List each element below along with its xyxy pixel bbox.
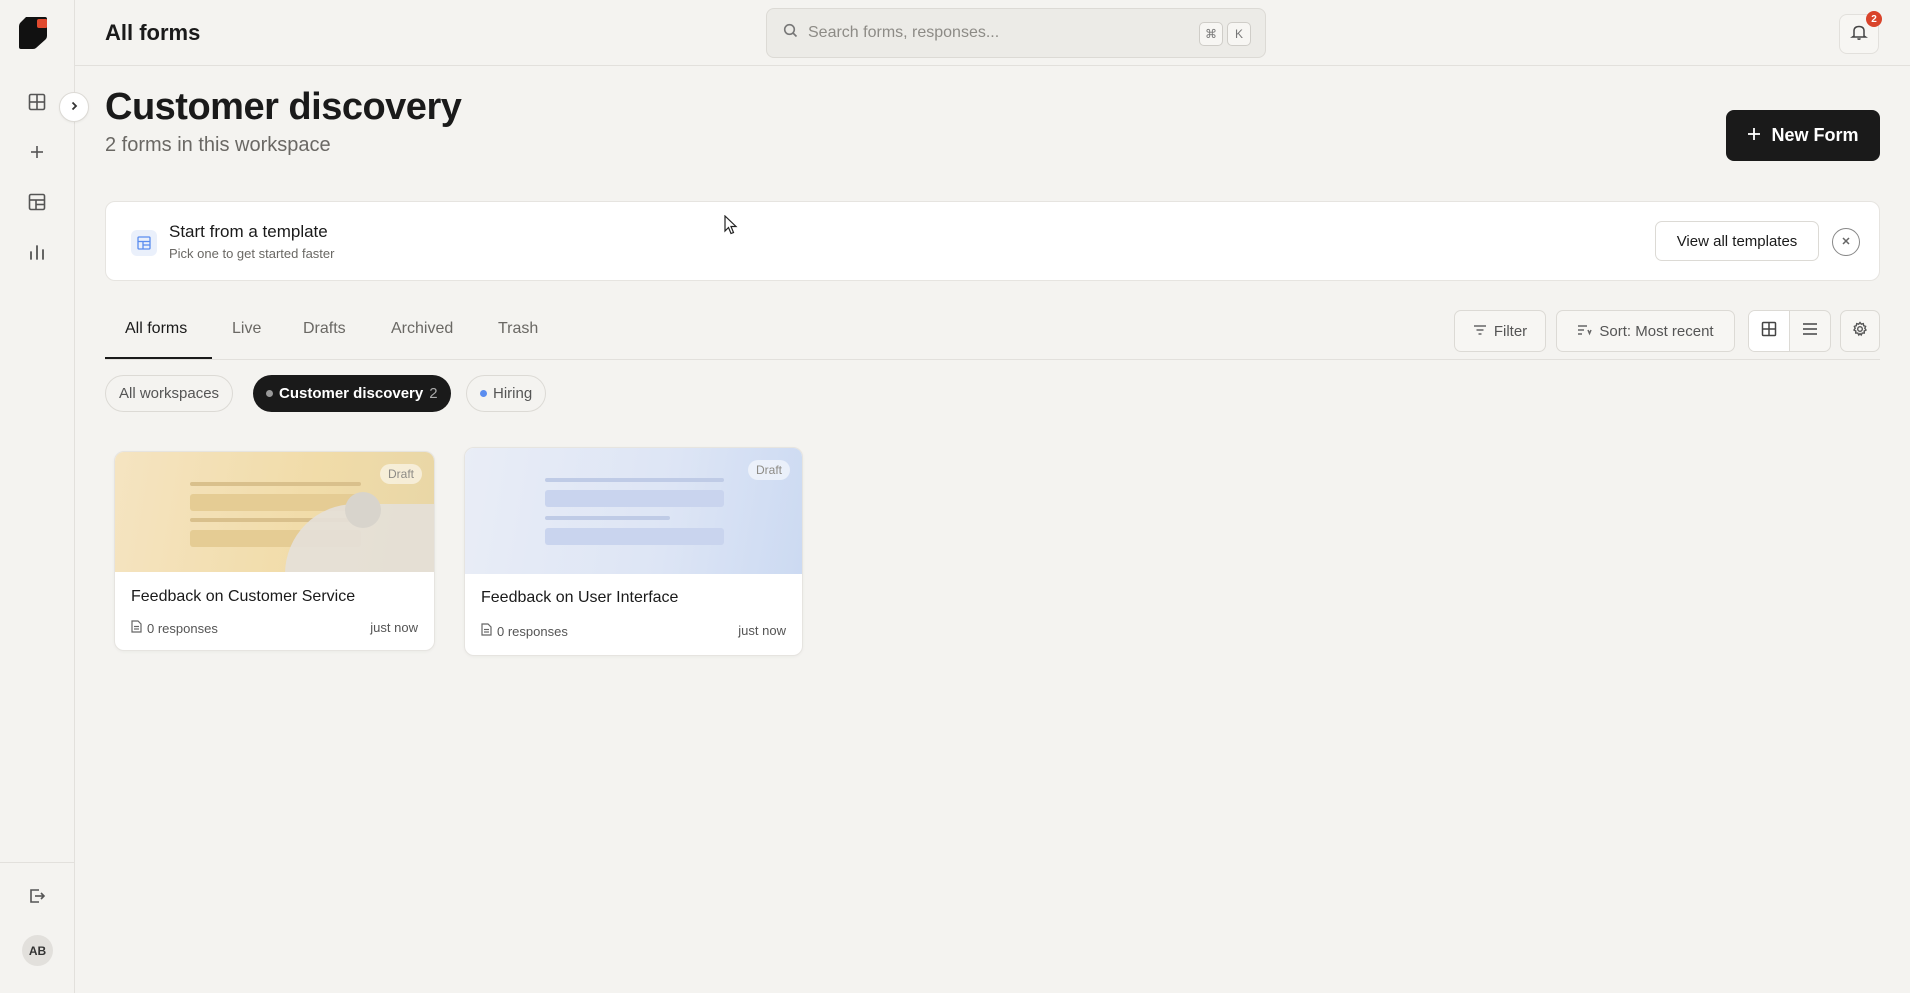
document-icon <box>481 623 492 639</box>
chip-hiring[interactable]: Hiring <box>466 375 547 412</box>
tab-drafts[interactable]: Drafts <box>303 320 346 338</box>
workspace-dot <box>480 390 487 397</box>
grid-view-button[interactable] <box>1749 311 1790 351</box>
tabs-divider <box>105 359 1880 360</box>
thumb-line <box>190 482 361 486</box>
thumb-field <box>545 528 724 545</box>
bar-chart-icon <box>28 243 46 266</box>
responses-count: 0 responses <box>147 620 218 636</box>
chevron-right-icon <box>69 98 79 116</box>
search-icon <box>783 23 798 43</box>
status-badge: Draft <box>747 460 790 480</box>
tab-archived[interactable]: Archived <box>391 320 453 338</box>
new-form-button[interactable]: New Form <box>1726 110 1880 161</box>
sidebar-item-templates[interactable] <box>20 187 54 221</box>
grid-icon <box>28 93 46 116</box>
close-banner-button[interactable] <box>1832 228 1860 256</box>
avatar[interactable]: AB <box>22 935 53 966</box>
thumb-field <box>545 490 724 507</box>
form-title: Feedback on Customer Service <box>131 588 356 605</box>
layout-icon <box>28 193 46 216</box>
form-title: Feedback on User Interface <box>481 589 679 606</box>
thumb-illustration <box>345 492 381 528</box>
form-responses: 0 responses <box>481 623 568 639</box>
grid-icon <box>1761 321 1777 342</box>
page-subtitle: 2 forms in this workspace <box>105 134 331 156</box>
filter-button[interactable]: Filter <box>1454 310 1546 352</box>
notifications-button[interactable]: 2 <box>1839 11 1882 54</box>
close-icon <box>1841 233 1851 251</box>
chip-count: 2 <box>429 385 438 402</box>
filter-icon <box>1473 323 1487 340</box>
sort-icon <box>1577 323 1593 340</box>
sidebar: AB <box>0 0 75 993</box>
sidebar-expand-button[interactable] <box>59 92 89 122</box>
list-icon <box>1802 322 1818 341</box>
chip-customer-discovery[interactable]: Customer discovery 2 <box>253 375 451 412</box>
form-thumbnail: Draft <box>465 448 802 574</box>
mouse-cursor-icon <box>724 214 738 240</box>
form-responses: 0 responses <box>131 620 218 636</box>
template-banner: Start from a template Pick one to get st… <box>105 201 1880 281</box>
chip-label: Customer discovery <box>279 385 424 402</box>
plus-icon <box>29 144 45 165</box>
template-banner-title: Start from a template <box>169 222 328 241</box>
document-icon <box>131 620 142 636</box>
list-view-button[interactable] <box>1790 311 1830 351</box>
notification-badge: 2 <box>1866 11 1882 27</box>
shortcut-k-key: K <box>1227 22 1251 46</box>
bell-icon <box>1850 23 1868 46</box>
thumb-line <box>545 516 670 520</box>
app-logo[interactable] <box>18 16 48 49</box>
settings-button[interactable] <box>1840 310 1880 352</box>
tab-trash[interactable]: Trash <box>498 320 538 338</box>
topbar-title: All forms <box>105 20 201 45</box>
new-form-label: New Form <box>1771 125 1859 145</box>
sidebar-item-analytics[interactable] <box>20 237 54 271</box>
sort-dropdown[interactable]: Sort: Most recent <box>1556 310 1735 352</box>
shortcut-cmd-key: ⌘ <box>1199 22 1223 46</box>
form-card[interactable]: Draft Feedback on User Interface 0 respo… <box>464 447 803 656</box>
template-icon <box>131 230 157 256</box>
status-badge: Draft <box>379 464 422 484</box>
thumb-line <box>545 478 724 482</box>
chip-label: All workspaces <box>119 385 220 402</box>
form-thumbnail: Draft <box>115 452 434 572</box>
form-updated: just now <box>738 623 786 638</box>
logout-button[interactable] <box>20 881 54 915</box>
page-title: Customer discovery <box>105 86 462 128</box>
sidebar-item-forms[interactable] <box>20 87 54 121</box>
sort-label: Sort: Most recent <box>1599 322 1714 340</box>
view-toggle <box>1748 310 1831 352</box>
chip-all-workspaces[interactable]: All workspaces <box>105 375 234 412</box>
tab-all-forms[interactable]: All forms <box>125 320 187 338</box>
search-input[interactable]: Search forms, responses... ⌘ K <box>766 8 1266 58</box>
chip-label: Hiring <box>493 385 533 402</box>
logout-icon <box>28 887 46 910</box>
plus-icon <box>1747 125 1761 146</box>
responses-count: 0 responses <box>497 623 568 639</box>
form-card[interactable]: Draft Feedback on Customer Service 0 res… <box>114 451 435 651</box>
template-banner-subtitle: Pick one to get started faster <box>169 246 335 261</box>
sidebar-divider <box>0 862 75 863</box>
view-all-templates-button[interactable]: View all templates <box>1655 221 1819 261</box>
workspace-dot <box>266 390 273 397</box>
search-placeholder: Search forms, responses... <box>808 24 1000 41</box>
gear-icon <box>1852 321 1868 341</box>
tab-live[interactable]: Live <box>232 320 261 338</box>
form-updated: just now <box>370 620 418 635</box>
topbar: All forms Search forms, responses... ⌘ K… <box>75 0 1910 66</box>
sidebar-item-create[interactable] <box>20 137 54 171</box>
filter-label: Filter <box>1493 322 1528 340</box>
